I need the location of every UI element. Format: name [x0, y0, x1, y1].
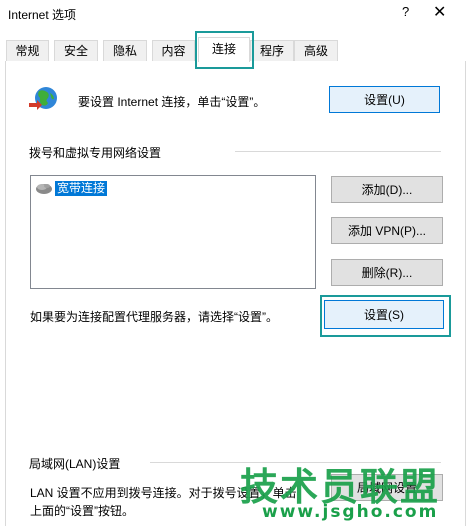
remove-connection-button[interactable]: 删除(R)... — [331, 259, 443, 286]
lan-instruction-line2: 上面的“设置”按钮。 — [30, 504, 134, 518]
tab-programs[interactable]: 程序 — [250, 40, 294, 61]
connection-list[interactable]: 宽带连接 — [30, 175, 316, 289]
connection-settings-button[interactable]: 设置(S) — [324, 300, 444, 329]
lan-group-label: 局域网(LAN)设置 — [29, 457, 121, 471]
connection-name: 宽带连接 — [53, 179, 109, 197]
dialup-group-divider — [235, 151, 441, 152]
setup-instruction: 要设置 Internet 连接，单击“设置”。 — [78, 95, 266, 109]
tab-content[interactable]: 内容 — [152, 40, 195, 61]
proxy-instruction: 如果要为连接配置代理服务器，请选择“设置”。 — [30, 310, 278, 324]
connections-tab-highlight — [195, 31, 254, 69]
dialup-group-label: 拨号和虚拟专用网络设置 — [29, 146, 162, 160]
list-item[interactable]: 宽带连接 — [35, 179, 109, 197]
lan-instruction-line1: LAN 设置不应用到拨号连接。对于拨号设置，单击 — [30, 486, 297, 500]
lan-group-divider — [150, 462, 441, 463]
add-connection-button[interactable]: 添加(D)... — [331, 176, 443, 203]
lan-settings-button[interactable]: 局域网设置 — [331, 474, 443, 501]
tab-security[interactable]: 安全 — [54, 40, 98, 61]
setup-button[interactable]: 设置(U) — [329, 86, 440, 113]
tab-privacy[interactable]: 隐私 — [103, 40, 147, 61]
add-vpn-button[interactable]: 添加 VPN(P)... — [331, 217, 443, 244]
globe-network-icon — [27, 85, 59, 113]
tab-general[interactable]: 常规 — [6, 40, 49, 61]
help-button[interactable]: ? — [402, 4, 409, 19]
tab-advanced[interactable]: 高级 — [294, 40, 338, 61]
window-title: Internet 选项 — [8, 8, 77, 22]
close-button[interactable]: ✕ — [433, 2, 446, 22]
broadband-connection-icon — [35, 181, 53, 195]
